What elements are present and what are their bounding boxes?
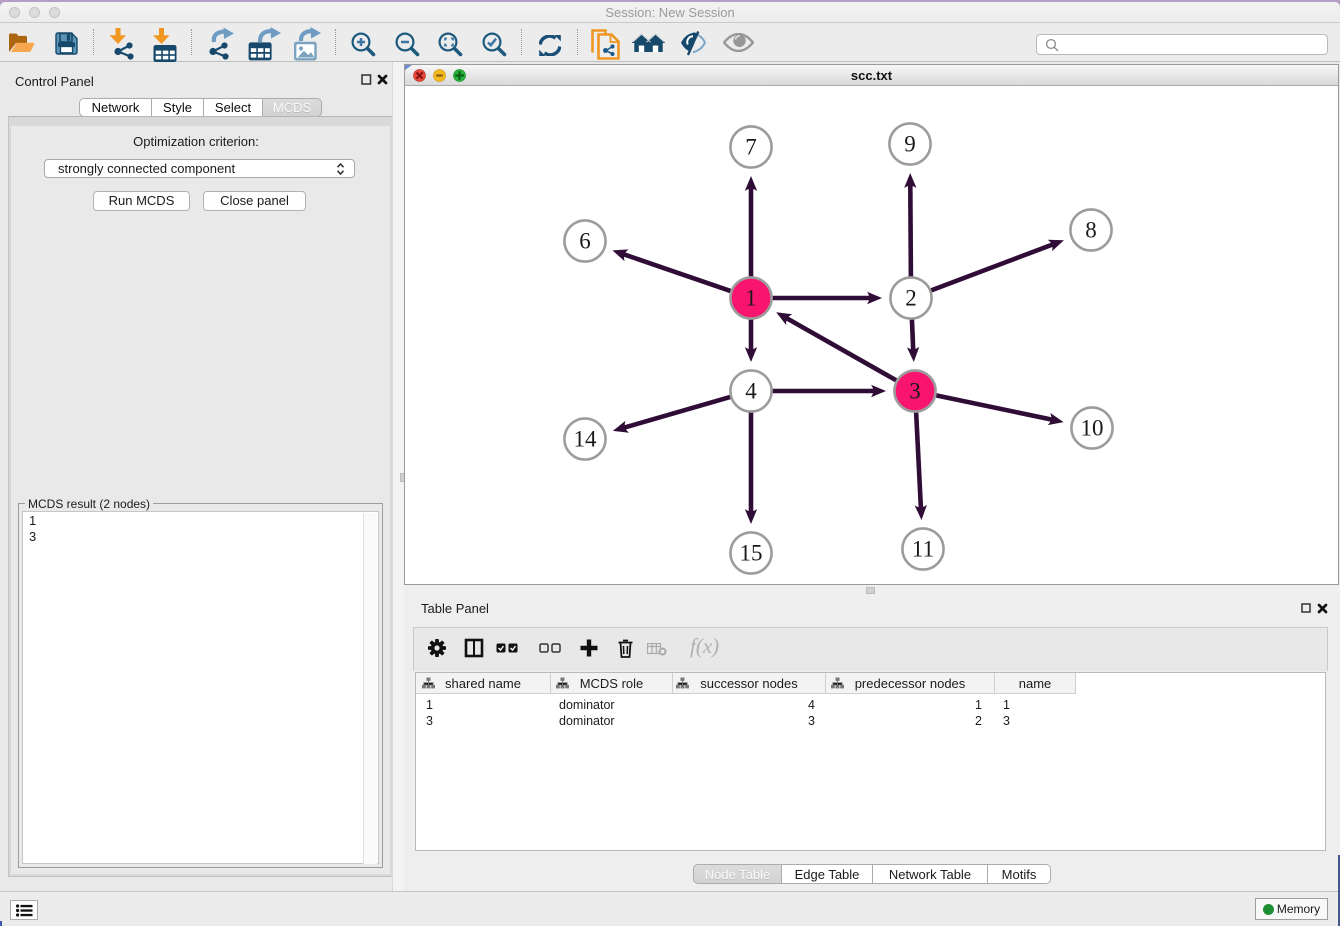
svg-text:8: 8 — [1085, 218, 1097, 243]
svg-text:10: 10 — [1081, 416, 1104, 441]
svg-text:4: 4 — [745, 379, 757, 404]
svg-text:2: 2 — [905, 286, 917, 311]
svg-text:11: 11 — [912, 537, 934, 562]
svg-text:14: 14 — [574, 427, 598, 452]
svg-text:3: 3 — [909, 379, 921, 404]
svg-text:15: 15 — [740, 541, 763, 566]
svg-text:1: 1 — [745, 286, 757, 311]
svg-text:6: 6 — [579, 229, 591, 254]
svg-text:7: 7 — [745, 135, 757, 160]
svg-text:9: 9 — [904, 132, 916, 157]
